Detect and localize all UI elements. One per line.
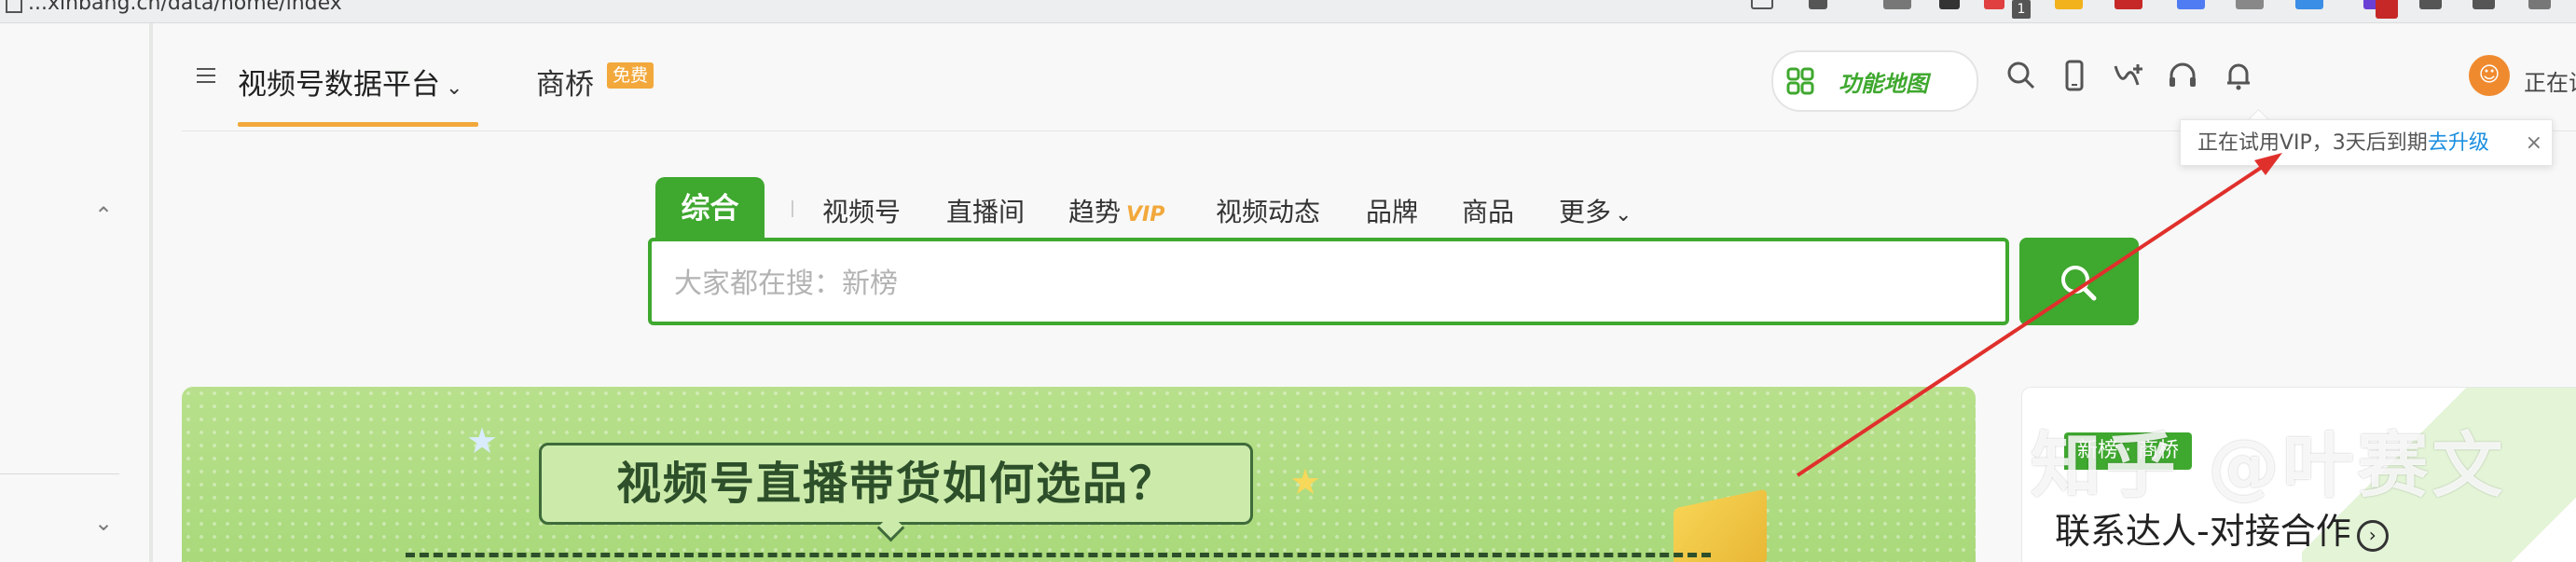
- bell-icon[interactable]: [2222, 59, 2255, 92]
- extension-icon[interactable]: [2055, 0, 2083, 9]
- search-box: [648, 238, 2009, 325]
- extension-icon[interactable]: [1883, 0, 1911, 9]
- close-icon[interactable]: ×: [2526, 120, 2542, 167]
- banner-headline-box: 视频号直播带货如何选品？: [539, 443, 1253, 525]
- tab-video-activity[interactable]: 视频动态: [1216, 192, 1320, 229]
- tab-brand[interactable]: 品牌: [1366, 192, 1418, 229]
- sidebar-divider: [0, 473, 119, 474]
- extension-icon[interactable]: [1751, 0, 1773, 9]
- tab-product[interactable]: 商品: [1462, 192, 1514, 229]
- menu-toggle-icon[interactable]: [197, 68, 215, 87]
- user-avatar[interactable]: ☺: [2469, 55, 2510, 96]
- extension-icon[interactable]: [1984, 0, 2004, 9]
- tab-divider: [792, 200, 793, 217]
- extension-icon[interactable]: [2376, 0, 2398, 19]
- extension-icon[interactable]: [2177, 0, 2205, 9]
- card-title-text: 联系达人-对接合作: [2055, 511, 2351, 552]
- tab-channels[interactable]: 视频号: [822, 192, 901, 229]
- trial-status[interactable]: 正在试用: [2524, 64, 2576, 97]
- tab-trends-label: 趋势: [1068, 197, 1122, 227]
- extension-icon[interactable]: [2115, 0, 2142, 9]
- extension-badge: 1: [2012, 0, 2031, 19]
- extension-icon[interactable]: [2295, 0, 2323, 9]
- platform-switcher[interactable]: 视频号数据平台 ⌄: [238, 61, 462, 103]
- tab-live-room[interactable]: 直播间: [946, 192, 1025, 229]
- function-map-button[interactable]: 功能地图: [1771, 50, 1978, 112]
- chevron-up-icon[interactable]: ⌃: [93, 204, 114, 226]
- tab-more-label: 更多: [1559, 197, 1612, 227]
- extension-icon[interactable]: [2419, 0, 2442, 9]
- vip-trial-tooltip: 正在试用VIP，3天后到期去升级 ×: [2180, 119, 2553, 166]
- extension-icon[interactable]: [1939, 0, 1960, 9]
- platform-name: 视频号数据平台: [238, 68, 440, 102]
- star-icon[interactable]: [1809, 0, 1827, 9]
- tooltip-text: 正在试用VIP，3天后到期: [2197, 131, 2428, 155]
- lock-icon: [6, 0, 22, 13]
- chevron-down-icon[interactable]: ⌄: [93, 512, 114, 534]
- function-map-label: 功能地图: [1839, 71, 1928, 97]
- watermark: 知乎 @叶赛文: [2031, 424, 2507, 507]
- chevron-down-icon: ⌄: [446, 76, 463, 100]
- chevron-right-icon: ›: [2356, 520, 2389, 552]
- chevron-down-icon: ⌄: [1615, 203, 1632, 226]
- star-icon: ★: [1289, 461, 1322, 502]
- page: ...xinbang.cn/data/home/index 1 ⌃ ⌄ 视频号数…: [0, 0, 2576, 562]
- extension-icon[interactable]: [2528, 0, 2551, 9]
- nav-link-shangqiao[interactable]: 商桥: [536, 61, 594, 103]
- left-sidebar: ⌃ ⌄: [0, 23, 153, 562]
- search-icon[interactable]: [2004, 59, 2038, 92]
- tab-trends[interactable]: 趋势 VIP: [1068, 192, 1164, 229]
- search-button[interactable]: [2019, 238, 2139, 325]
- grid-icon: [1786, 67, 1814, 95]
- banner-headline: 视频号直播带货如何选品？: [615, 458, 1176, 510]
- mobile-icon[interactable]: [2058, 59, 2091, 92]
- promo-banner[interactable]: ★ ★ 视频号直播带货如何选品？: [182, 387, 1976, 562]
- star-icon: ★: [466, 420, 499, 461]
- headset-icon[interactable]: [2166, 59, 2199, 92]
- active-nav-indicator: [238, 122, 478, 127]
- banner-subheadline: [406, 553, 1711, 562]
- vip-badge: VIP: [1126, 203, 1165, 226]
- tab-more[interactable]: 更多 ⌄: [1559, 192, 1632, 229]
- extension-icon[interactable]: [2236, 0, 2264, 9]
- extension-icon[interactable]: [2473, 0, 2495, 9]
- top-navigation: 视频号数据平台 ⌄ 商桥 免费 功能地图 ☺ 正在: [182, 23, 2576, 131]
- tab-comprehensive[interactable]: 综合: [655, 177, 765, 240]
- free-badge: 免费: [607, 62, 654, 89]
- channels-icon[interactable]: [2112, 59, 2145, 92]
- browser-toolbar: ...xinbang.cn/data/home/index 1: [0, 0, 2576, 23]
- address-bar[interactable]: ...xinbang.cn/data/home/index: [28, 0, 342, 15]
- search-icon: [2061, 266, 2097, 301]
- search-input[interactable]: [672, 264, 1963, 303]
- upgrade-link[interactable]: 去升级: [2428, 131, 2489, 155]
